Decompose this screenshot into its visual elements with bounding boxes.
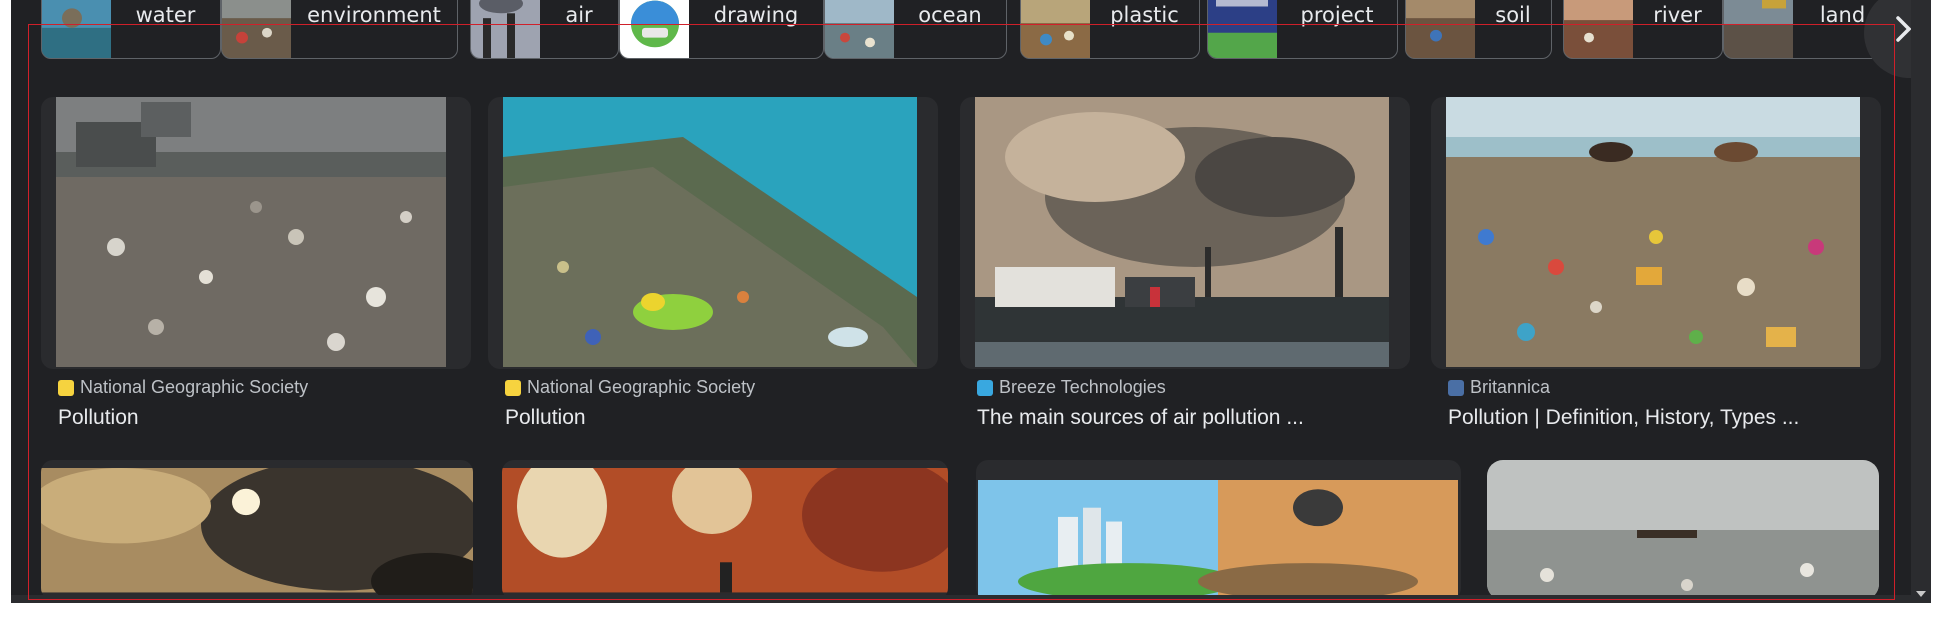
chip-soil[interactable]: soil <box>1405 0 1552 59</box>
result-card[interactable] <box>1487 460 1879 600</box>
chip-thumbnail-image <box>222 0 291 58</box>
chip-ocean[interactable]: ocean <box>824 0 1007 59</box>
chip-plastic[interactable]: plastic <box>1020 0 1200 59</box>
chip-drawing[interactable]: drawing <box>619 0 824 59</box>
chip-air[interactable]: air <box>470 0 619 59</box>
result-image-ocean-debris <box>503 97 917 367</box>
result-card[interactable] <box>976 460 1461 600</box>
chip-label: river <box>1653 3 1702 27</box>
chip-thumbnail-image <box>1724 0 1793 58</box>
chip-label: soil <box>1495 3 1531 27</box>
result-image-plastic-dump <box>1446 97 1860 367</box>
result-image-air-pollution <box>975 97 1389 367</box>
chip-project[interactable]: project <box>1207 0 1398 59</box>
chip-environment[interactable]: environment <box>221 0 458 59</box>
chip-label: drawing <box>713 3 799 27</box>
image-results-viewport[interactable]: water environment air drawing ocean plas… <box>11 0 1911 603</box>
result-card[interactable] <box>41 460 473 600</box>
chip-water[interactable]: water <box>41 0 221 59</box>
horizontal-scrollbar[interactable] <box>11 595 1911 603</box>
chip-river[interactable]: river <box>1563 0 1723 59</box>
chip-label: environment <box>307 3 441 27</box>
result-image-smokestacks <box>502 468 948 593</box>
result-source: National Geographic Society <box>527 377 756 397</box>
result-title[interactable]: Pollution | Definition, History, Types .… <box>1448 406 1799 430</box>
chip-thumbnail-image <box>1208 0 1277 58</box>
breeze-icon <box>977 379 993 396</box>
result-card[interactable]: Breeze Technologies The main sources of … <box>960 97 1410 437</box>
result-card[interactable]: National Geographic Society Pollution <box>488 97 938 437</box>
chip-thumbnail-image <box>825 0 894 58</box>
result-image-clean-vs-polluted <box>978 480 1458 600</box>
chip-label: ocean <box>918 3 982 27</box>
result-card[interactable]: Britannica Pollution | Definition, Histo… <box>1431 97 1881 437</box>
result-source: Britannica <box>1470 377 1551 397</box>
chip-thumbnail-image <box>42 0 111 58</box>
result-card[interactable] <box>502 460 948 600</box>
result-image-landfill <box>56 97 446 367</box>
chip-thumbnail-image <box>620 0 689 58</box>
result-title[interactable]: The main sources of air pollution ... <box>977 406 1304 430</box>
chip-thumbnail-image <box>1406 0 1475 58</box>
result-card[interactable]: National Geographic Society Pollution <box>41 97 471 437</box>
chip-thumbnail-image <box>1564 0 1633 58</box>
chip-thumbnail-image <box>1021 0 1090 58</box>
result-title[interactable]: Pollution <box>58 406 139 430</box>
chip-thumbnail-image <box>471 0 540 58</box>
vertical-scrollbar[interactable] <box>1911 0 1931 603</box>
result-image-smoke-sun <box>41 468 473 600</box>
chevron-right-icon <box>1896 16 1911 42</box>
chip-label: air <box>565 3 593 27</box>
result-title[interactable]: Pollution <box>505 406 586 430</box>
scroll-down-arrow-icon[interactable] <box>1916 591 1926 597</box>
chip-label: plastic <box>1110 3 1179 27</box>
chip-label: water <box>135 3 196 27</box>
result-source: Breeze Technologies <box>999 377 1166 397</box>
result-image-polluted-river <box>1487 460 1879 600</box>
britannica-icon <box>1448 379 1464 396</box>
result-source: National Geographic Society <box>80 377 309 397</box>
chip-label: project <box>1300 3 1374 27</box>
natgeo-icon <box>505 379 521 396</box>
chips-next-button[interactable] <box>1864 0 1911 78</box>
natgeo-icon <box>58 379 74 396</box>
